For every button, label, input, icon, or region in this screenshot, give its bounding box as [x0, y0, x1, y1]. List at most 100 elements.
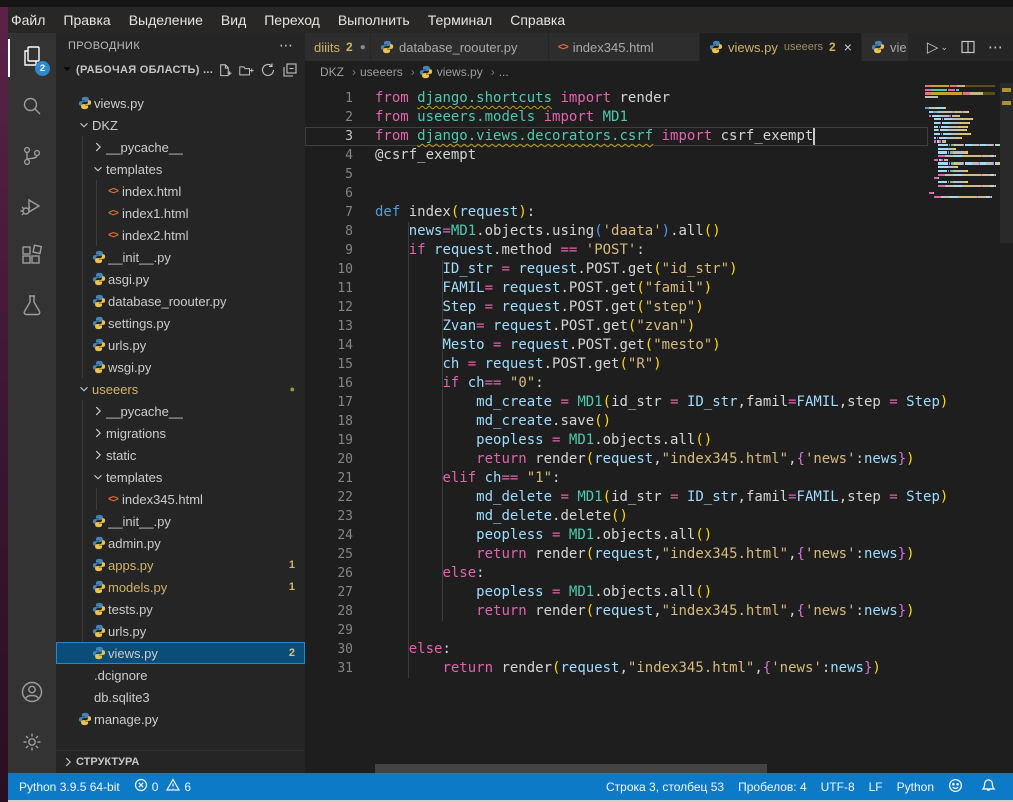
- tree-item-templates[interactable]: templates: [56, 466, 305, 488]
- code-line[interactable]: 14 Mesto = request.POST.get("mesto"): [305, 336, 1013, 355]
- code-line[interactable]: 18 md_create.save(): [305, 412, 1013, 431]
- code-line[interactable]: 11 FAMIL= request.POST.get("famil"): [305, 279, 1013, 298]
- tree-item-index2.html[interactable]: <>index2.html: [56, 224, 305, 246]
- code-line[interactable]: 27 peopless = MD1.objects.all(): [305, 583, 1013, 602]
- close-icon[interactable]: ×: [844, 40, 852, 54]
- split-editor-icon[interactable]: [960, 39, 976, 55]
- tree-item-views.py[interactable]: views.py: [56, 92, 305, 114]
- tree-item-views.py[interactable]: views.py2: [56, 642, 305, 664]
- code-line[interactable]: 10 ID_str = request.POST.get("id_str"): [305, 260, 1013, 279]
- tree-item-wsgi.py[interactable]: wsgi.py: [56, 356, 305, 378]
- tab-database_roouter.py[interactable]: database_roouter.py: [371, 33, 549, 61]
- refresh-icon[interactable]: [257, 60, 279, 80]
- code-line[interactable]: 3from django.views.decorators.csrf impor…: [305, 127, 1013, 146]
- more-actions-icon[interactable]: ⋯: [988, 38, 1003, 56]
- status-language-mode[interactable]: Python: [890, 773, 941, 800]
- tree-item-asgi.py[interactable]: asgi.py: [56, 268, 305, 290]
- breadcrumb-item-useeers[interactable]: useeers: [360, 65, 403, 79]
- activity-account[interactable]: [8, 669, 56, 719]
- tab-vie[interactable]: vie: [862, 33, 909, 61]
- tree-item-index.html[interactable]: <>index.html: [56, 180, 305, 202]
- tree-item-database_roouter.py[interactable]: database_roouter.py: [56, 290, 305, 312]
- code-line[interactable]: 5: [305, 165, 1013, 184]
- tab-views.py[interactable]: views.pyuseeers2×: [700, 33, 862, 61]
- outline-section-header[interactable]: СТРУКТУРА: [56, 750, 305, 773]
- activity-source-control[interactable]: [8, 133, 56, 183]
- tree-item-__pycache__[interactable]: __pycache__: [56, 136, 305, 158]
- code-line[interactable]: 19 peopless = MD1.objects.all(): [305, 431, 1013, 450]
- tree-item-apps.py[interactable]: apps.py1: [56, 554, 305, 576]
- status-indentation[interactable]: Пробелов: 4: [731, 773, 814, 800]
- tree-item-useeers[interactable]: useeers●: [56, 378, 305, 400]
- code-line[interactable]: 16 if ch== "0":: [305, 374, 1013, 393]
- activity-run-and-debug[interactable]: [8, 183, 56, 233]
- menu-Вид[interactable]: Вид: [212, 7, 255, 33]
- status-cursor-position[interactable]: Строка 3, столбец 53: [599, 773, 731, 800]
- tree-item-templates[interactable]: templates: [56, 158, 305, 180]
- breadcrumb-item-DKZ[interactable]: DKZ: [320, 65, 344, 79]
- tree-item-static[interactable]: static: [56, 444, 305, 466]
- code-line[interactable]: 4@csrf_exempt: [305, 146, 1013, 165]
- tree-item-urls.py[interactable]: urls.py: [56, 620, 305, 642]
- code-line[interactable]: 13 Zvan= request.POST.get("zvan"): [305, 317, 1013, 336]
- code-line[interactable]: 7def index(request):: [305, 203, 1013, 222]
- code-line[interactable]: 17 md_create = MD1(id_str = ID_str,famil…: [305, 393, 1013, 412]
- code-line[interactable]: 20 return render(request,"index345.html"…: [305, 450, 1013, 469]
- code-line[interactable]: 30 else:: [305, 640, 1013, 659]
- tree-item-manage.py[interactable]: manage.py: [56, 708, 305, 730]
- menu-Файл[interactable]: Файл: [2, 7, 54, 33]
- tree-item-tests.py[interactable]: tests.py: [56, 598, 305, 620]
- code-line[interactable]: 6: [305, 184, 1013, 203]
- activity-explorer[interactable]: 2: [8, 33, 56, 83]
- tree-item-DKZ[interactable]: DKZ: [56, 114, 305, 136]
- code-editor[interactable]: 1from django.shortcuts import render2fro…: [305, 83, 1013, 775]
- tree-item-__init__.py[interactable]: __init__.py: [56, 510, 305, 532]
- status-feedback[interactable]: [941, 773, 974, 800]
- activity-extensions[interactable]: [8, 233, 56, 283]
- code-line[interactable]: 24 peopless = MD1.objects.all(): [305, 526, 1013, 545]
- code-line[interactable]: 15 ch = request.POST.get("R"): [305, 355, 1013, 374]
- code-line[interactable]: 12 Step = request.POST.get("step"): [305, 298, 1013, 317]
- menu-Правка[interactable]: Правка: [54, 7, 119, 33]
- tree-item-migrations[interactable]: migrations: [56, 422, 305, 444]
- tree-item-admin.py[interactable]: admin.py: [56, 532, 305, 554]
- minimap[interactable]: [925, 85, 999, 199]
- menu-Терминал[interactable]: Терминал: [419, 7, 501, 33]
- tab-index345.html[interactable]: <>index345.html: [549, 33, 700, 61]
- breadcrumb-item-...[interactable]: ...: [499, 65, 509, 79]
- tree-item-db.sqlite3[interactable]: db.sqlite3: [56, 686, 305, 708]
- tree-item-models.py[interactable]: models.py1: [56, 576, 305, 598]
- new-folder-icon[interactable]: [235, 60, 257, 80]
- code-line[interactable]: 2from useeers.models import MD1: [305, 108, 1013, 127]
- activity-testing[interactable]: [8, 283, 56, 333]
- menu-Выполнить[interactable]: Выполнить: [329, 7, 419, 33]
- tab-diiits[interactable]: diiits2●: [305, 33, 371, 61]
- menu-Переход[interactable]: Переход: [255, 7, 329, 33]
- run-button[interactable]: ▷⌄: [927, 38, 948, 56]
- code-line[interactable]: 8 news=MD1.objects.using('daata').all(): [305, 222, 1013, 241]
- code-line[interactable]: 28 return render(request,"index345.html"…: [305, 602, 1013, 621]
- code-line[interactable]: 9 if request.method == 'POST':: [305, 241, 1013, 260]
- menu-Выделение[interactable]: Выделение: [120, 7, 212, 33]
- tree-item-index345.html[interactable]: <>index345.html: [56, 488, 305, 510]
- status-problems[interactable]: 06: [127, 773, 198, 800]
- status-encoding[interactable]: UTF-8: [814, 773, 862, 800]
- tree-item-settings.py[interactable]: settings.py: [56, 312, 305, 334]
- code-line[interactable]: 25 return render(request,"index345.html"…: [305, 545, 1013, 564]
- tree-item-__pycache__[interactable]: __pycache__: [56, 400, 305, 422]
- activity-search[interactable]: [8, 83, 56, 133]
- tree-item-.dcignore[interactable]: .dcignore: [56, 664, 305, 686]
- collapse-all-icon[interactable]: [279, 60, 301, 80]
- tree-item-urls.py[interactable]: urls.py: [56, 334, 305, 356]
- status-notifications[interactable]: [974, 773, 1007, 800]
- workspace-section-header[interactable]: (РАБОЧАЯ ОБЛАСТЬ) ...: [56, 58, 305, 82]
- tree-item-__init__.py[interactable]: __init__.py: [56, 246, 305, 268]
- activity-settings[interactable]: [8, 719, 56, 769]
- status-python-interpreter[interactable]: Python 3.9.5 64-bit: [12, 773, 127, 800]
- code-line[interactable]: 31 return render(request,"index345.html"…: [305, 659, 1013, 678]
- more-actions-icon[interactable]: ⋯: [279, 37, 293, 54]
- vertical-scrollbar[interactable]: [1000, 83, 1013, 243]
- code-line[interactable]: 22 md_delete = MD1(id_str = ID_str,famil…: [305, 488, 1013, 507]
- new-file-icon[interactable]: [213, 60, 235, 80]
- code-line[interactable]: 29: [305, 621, 1013, 640]
